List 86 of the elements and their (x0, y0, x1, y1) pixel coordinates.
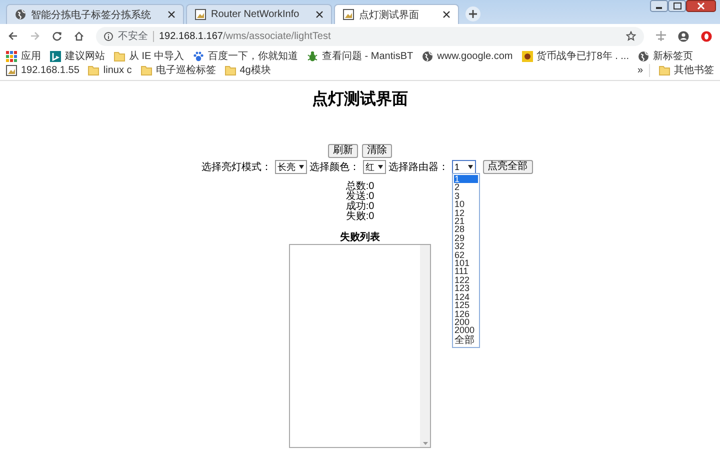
dropdown-option[interactable]: 126 (454, 310, 478, 318)
bookmark-link[interactable]: 192.168.1.55 (21, 64, 80, 77)
globe-icon (15, 9, 26, 20)
dropdown-option[interactable]: 32 (454, 242, 478, 251)
image-icon (195, 9, 206, 20)
dropdown-option[interactable]: 21 (454, 217, 478, 226)
close-icon[interactable] (443, 11, 450, 18)
caret-icon (468, 165, 472, 169)
dropdown-option[interactable]: 123 (454, 284, 478, 293)
image-icon (343, 9, 354, 20)
bookmark-link[interactable]: 其他书签 (674, 64, 714, 77)
dropdown-option[interactable]: 10 (454, 200, 478, 209)
field-label: 选择路由器： (388, 160, 448, 174)
bookmark-link[interactable]: www.google.com (437, 50, 513, 63)
caret-icon (378, 165, 382, 169)
minimize-icon[interactable] (650, 0, 668, 12)
bookmark-link[interactable]: 应用 (21, 50, 41, 63)
stat-text: 总数:0 (346, 182, 374, 192)
globe-icon (422, 51, 434, 62)
stat-text: 发送:0 (346, 192, 374, 202)
star-icon[interactable] (626, 31, 636, 41)
browser-tab[interactable]: 智能分拣电子标签分拣系统 (6, 4, 184, 24)
field-label: 选择颜色： (310, 160, 360, 174)
paw-icon[interactable] (193, 51, 204, 62)
image-icon (6, 65, 17, 76)
bookmark-link[interactable]: 从 IE 中导入 (129, 50, 184, 63)
dropdown-option[interactable]: 124 (454, 292, 478, 302)
browser-tab[interactable]: 点灯测试界面 (334, 4, 460, 24)
dropdown-option[interactable]: 62 (454, 250, 478, 260)
dropdown-option[interactable]: 2000 (454, 326, 478, 335)
bookmark-link[interactable]: 货币战争已打8年 . ... (536, 50, 629, 63)
action-button[interactable]: 刷新 (328, 144, 358, 158)
address-bar[interactable]: 不安全 192.168.1.167/wms/associate/lightTest (96, 26, 644, 46)
dropdown-option[interactable]: 101 (454, 259, 478, 268)
close-icon[interactable] (168, 11, 175, 18)
bug-icon[interactable] (307, 51, 318, 62)
bookmark-link[interactable]: linux c (103, 64, 132, 77)
dropdown-option[interactable]: 122 (454, 276, 478, 284)
bookmark-link[interactable]: 新标签页 (652, 50, 693, 63)
dropdown-option[interactable]: 2 (454, 183, 478, 192)
reload-icon[interactable] (52, 31, 62, 41)
maximize-icon[interactable] (668, 0, 686, 12)
globe-icon (638, 51, 649, 62)
scroll-down-icon[interactable] (422, 442, 428, 445)
coin-icon[interactable] (522, 51, 533, 62)
info-icon (104, 32, 113, 40)
security-label: 不安全 (118, 30, 148, 43)
dropdown-option[interactable]: 全部 (454, 334, 478, 346)
dropdown-option[interactable]: 3 (454, 192, 478, 200)
dropdown-option[interactable]: 1 (454, 175, 478, 184)
dropdown-option[interactable]: 28 (454, 225, 478, 234)
close-window-icon[interactable] (686, 0, 716, 12)
dropdown[interactable]: 红 (362, 160, 386, 174)
dropdown-option[interactable]: 29 (454, 234, 478, 242)
dropdown-option[interactable]: 200 (454, 318, 478, 326)
more-bookmarks-button[interactable]: » (637, 64, 643, 77)
new-tab-icon[interactable] (465, 6, 482, 22)
dropdown[interactable]: 1 (452, 160, 476, 174)
dropdown-option[interactable]: 12 (454, 208, 478, 218)
caret-icon (298, 165, 304, 169)
action-button[interactable]: 清除 (362, 144, 392, 158)
url-text: 192.168.1.167/wms/associate/lightTest (159, 30, 331, 42)
browser-tab[interactable]: Router NetWorkInfo (186, 4, 332, 24)
dropdown-option[interactable]: 111 (454, 267, 478, 276)
list-title: 失败列表 (340, 230, 380, 244)
home-icon[interactable] (74, 31, 84, 41)
apps-icon[interactable] (6, 51, 17, 62)
bookmark-link[interactable]: 查看问题 - MantisBT (322, 50, 414, 63)
extension-icon[interactable] (656, 31, 666, 41)
account-icon[interactable] (678, 30, 689, 42)
close-icon[interactable] (316, 11, 324, 18)
field-label: 选择亮灯模式： (202, 160, 272, 174)
dropdown[interactable]: 长亮 (274, 160, 306, 174)
back-icon[interactable] (8, 31, 18, 41)
scrollbar[interactable] (420, 245, 430, 447)
ring-icon[interactable] (701, 30, 712, 42)
stat-text: 成功:0 (346, 202, 374, 212)
page-title: 点灯测试界面 (312, 90, 408, 110)
light-all-button[interactable]: 点亮全部 (482, 160, 532, 174)
bookmark-link[interactable]: 4g模块 (240, 64, 271, 77)
bookmark-link[interactable]: 建议网站 (65, 50, 105, 63)
b-logo-icon[interactable] (50, 51, 61, 62)
stat-text: 失败:0 (346, 212, 374, 222)
dropdown-option[interactable]: 125 (454, 301, 478, 310)
bookmark-link[interactable]: 电子巡检标签 (156, 64, 216, 77)
bookmark-link[interactable]: 百度一下，你就知道 (208, 50, 298, 63)
